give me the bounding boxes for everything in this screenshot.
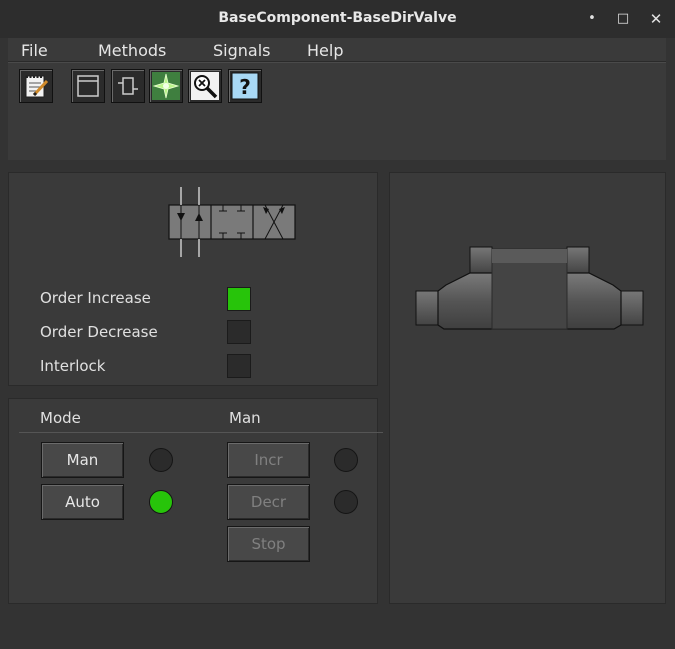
window-icon[interactable] xyxy=(71,69,105,103)
auto-led xyxy=(149,490,173,514)
interlock-label: Interlock xyxy=(40,357,106,375)
maximize-icon[interactable]: □ xyxy=(613,9,633,29)
help-glyph: ? xyxy=(239,75,251,99)
component-icon[interactable] xyxy=(111,69,145,103)
menu-bar: File Methods Signals Help xyxy=(8,38,666,62)
man-led xyxy=(149,448,173,472)
menu-methods[interactable]: Methods xyxy=(98,41,166,60)
help-icon[interactable]: ? xyxy=(228,69,262,103)
incr-led xyxy=(334,448,358,472)
close-icon[interactable]: ✕ xyxy=(646,9,666,29)
minimize-icon[interactable]: • xyxy=(582,9,602,29)
order-decrease-label: Order Decrease xyxy=(40,323,158,341)
valve-graphic-panel xyxy=(389,172,666,604)
crossref-icon[interactable] xyxy=(188,69,222,103)
menu-signals[interactable]: Signals xyxy=(213,41,270,60)
interlock-indicator xyxy=(227,354,251,378)
toolbar: ? xyxy=(8,62,666,160)
valve-symbol-icon xyxy=(168,187,296,257)
auto-button[interactable]: Auto xyxy=(41,484,124,520)
menu-file[interactable]: File xyxy=(21,41,48,60)
incr-button[interactable]: Incr xyxy=(227,442,310,478)
trace-icon[interactable] xyxy=(149,69,183,103)
window-title: BaseComponent-BaseDirValve xyxy=(218,10,457,26)
menu-help[interactable]: Help xyxy=(307,41,343,60)
order-decrease-indicator xyxy=(227,320,251,344)
order-increase-label: Order Increase xyxy=(40,289,151,307)
man-button[interactable]: Man xyxy=(41,442,124,478)
valve-graphic-icon xyxy=(415,246,644,330)
mode-value: Man xyxy=(229,409,261,427)
decr-button[interactable]: Decr xyxy=(227,484,310,520)
order-increase-indicator xyxy=(227,287,251,311)
notepad-icon[interactable] xyxy=(19,69,53,103)
decr-led xyxy=(334,490,358,514)
stop-button[interactable]: Stop xyxy=(227,526,310,562)
title-bar: BaseComponent-BaseDirValve • □ ✕ xyxy=(0,0,675,38)
mode-heading: Mode xyxy=(40,409,81,427)
mode-panel: Mode Man Man Auto Incr Decr Stop xyxy=(8,398,383,604)
mode-divider xyxy=(19,432,383,433)
status-panel: Order Increase Order Decrease Interlock xyxy=(8,172,378,386)
